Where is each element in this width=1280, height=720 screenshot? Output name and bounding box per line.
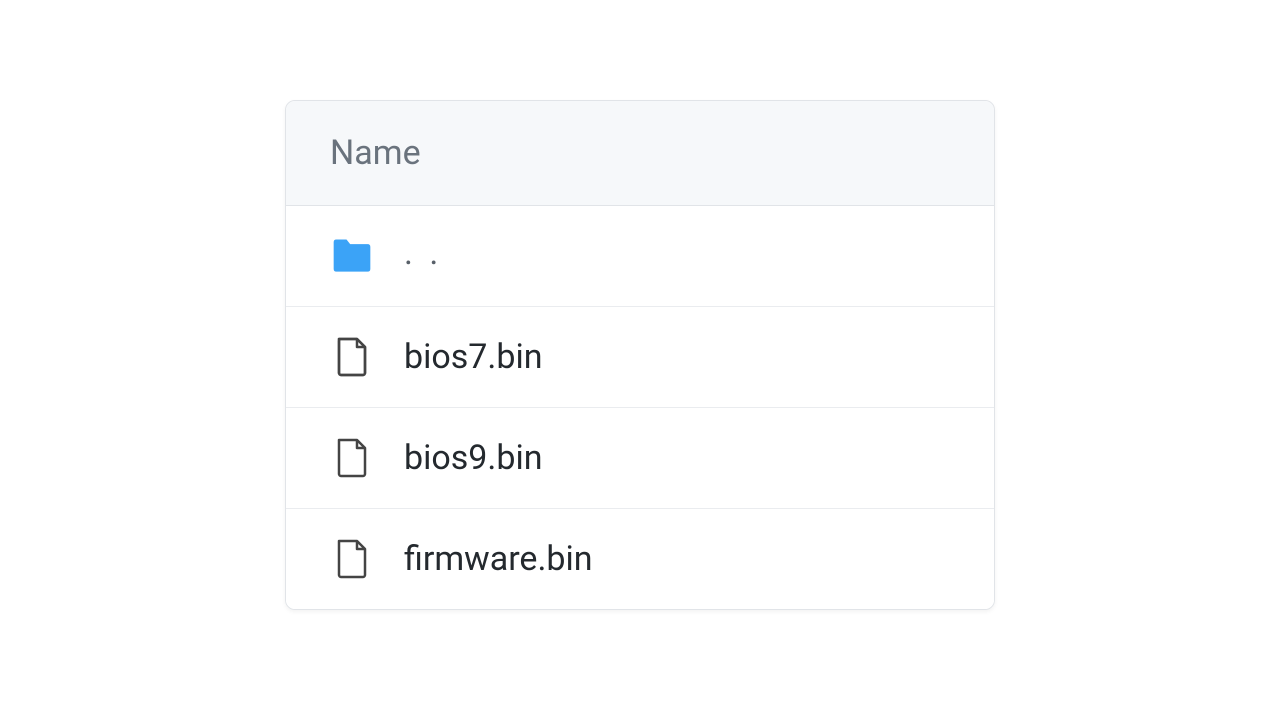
folder-icon (330, 236, 374, 276)
file-icon (330, 438, 374, 478)
file-name: bios7.bin (404, 337, 543, 377)
file-row[interactable]: firmware.bin (286, 509, 994, 609)
file-list-panel: Name . . bios7.bin bios9.bin (285, 100, 995, 610)
file-icon (330, 337, 374, 377)
file-name: . . (404, 236, 442, 276)
file-icon (330, 539, 374, 579)
file-row[interactable]: bios9.bin (286, 408, 994, 509)
file-name: bios9.bin (404, 438, 543, 478)
file-row-parent[interactable]: . . (286, 206, 994, 307)
column-header-name: Name (330, 133, 421, 173)
file-row[interactable]: bios7.bin (286, 307, 994, 408)
file-name: firmware.bin (404, 539, 593, 579)
file-list-header: Name (286, 101, 994, 206)
